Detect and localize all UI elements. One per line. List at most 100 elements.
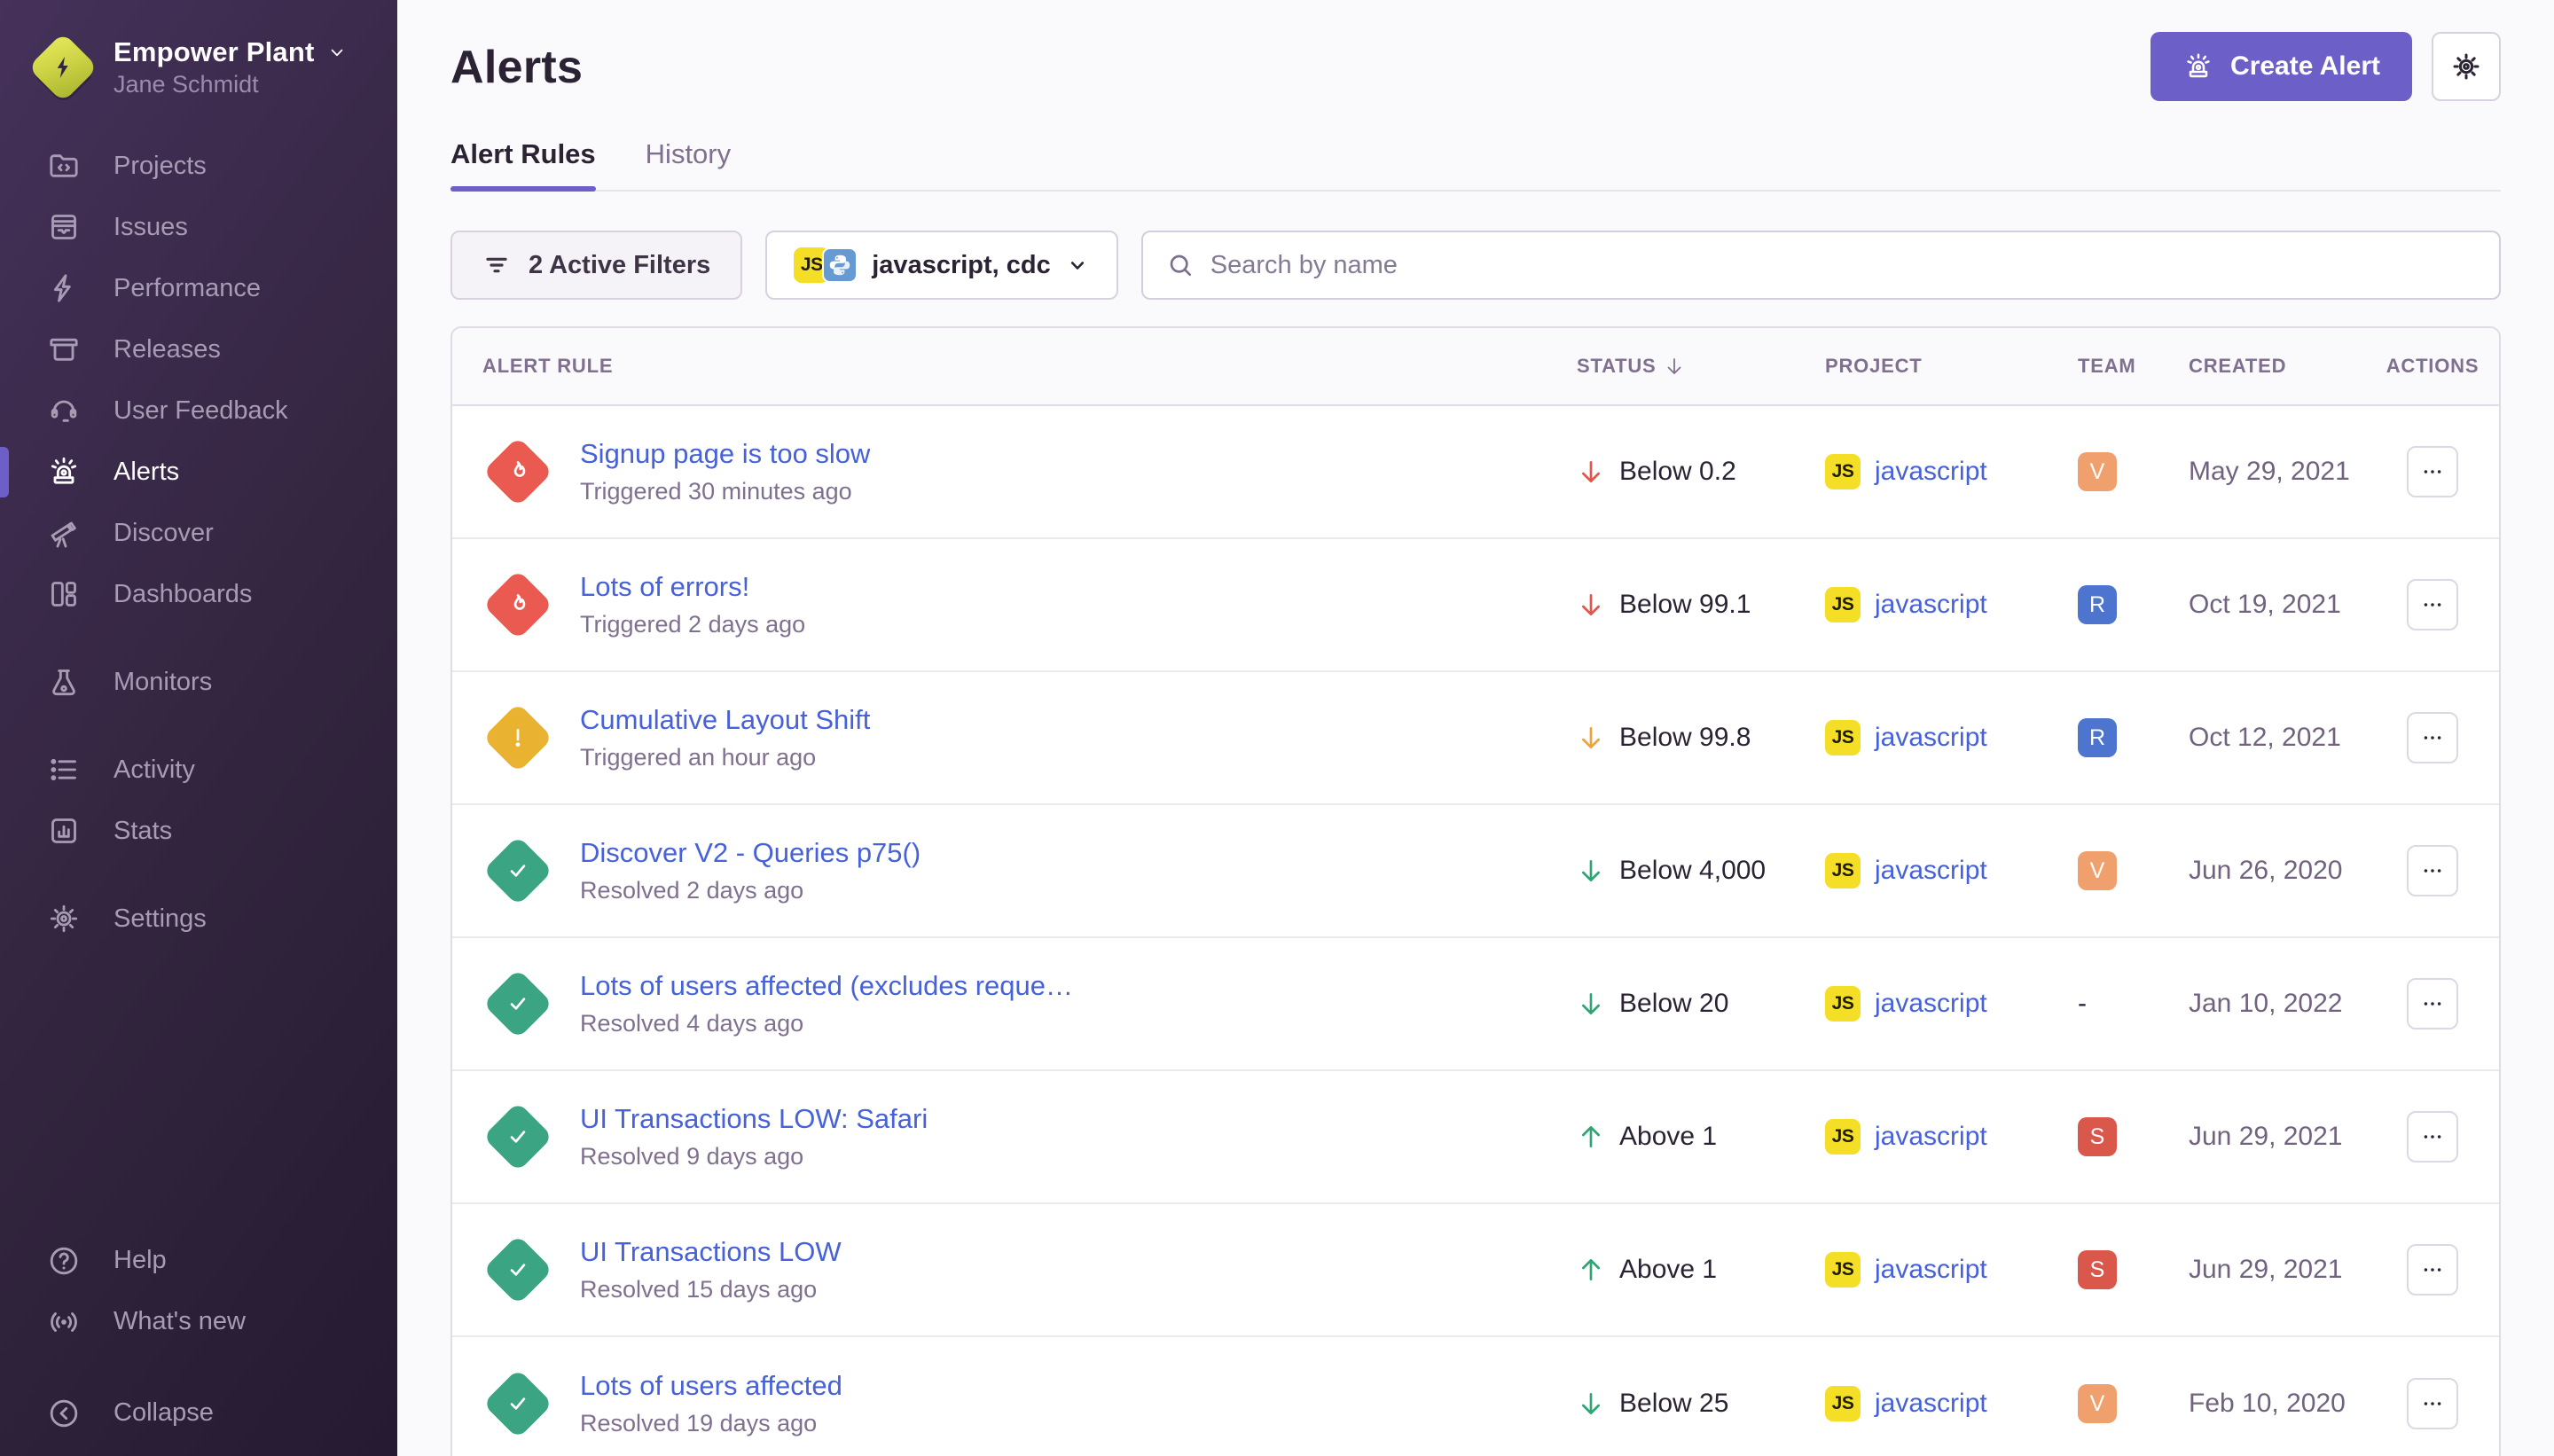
javascript-badge-icon: JS (1825, 720, 1861, 755)
project-link[interactable]: javascript (1875, 723, 1987, 753)
created-date: Jun 26, 2020 (2162, 856, 2366, 886)
row-actions-button[interactable] (2407, 1111, 2458, 1162)
created-date: Jun 29, 2021 (2162, 1122, 2366, 1152)
team-avatar: R (2078, 585, 2117, 624)
sidebar-item-label: Settings (114, 904, 207, 934)
alert-rule-link[interactable]: UI Transactions LOW: Safari (580, 1103, 928, 1135)
arrow-down-icon (1577, 724, 1605, 752)
row-actions-button[interactable] (2407, 712, 2458, 763)
project-link[interactable]: javascript (1875, 590, 1987, 620)
ellipsis-icon (2420, 459, 2445, 484)
create-alert-button[interactable]: Create Alert (2151, 32, 2412, 101)
alert-rule-detail: Triggered 2 days ago (580, 611, 805, 638)
javascript-badge-icon: JS (1825, 1252, 1861, 1288)
page-title: Alerts (450, 41, 583, 94)
critical-alert-icon (482, 436, 552, 506)
sidebar-item-alerts[interactable]: Alerts (0, 442, 397, 503)
table-row: Discover V2 - Queries p75() Resolved 2 d… (452, 805, 2499, 938)
sidebar-item-settings[interactable]: Settings (0, 888, 397, 950)
status-value: Above 1 (1619, 1255, 1717, 1285)
project-link[interactable]: javascript (1875, 989, 1987, 1019)
column-header-created[interactable]: Created (2162, 355, 2366, 378)
sidebar-item-discover[interactable]: Discover (0, 503, 397, 564)
alert-rule-link[interactable]: Lots of errors! (580, 571, 805, 603)
javascript-badge-icon: JS (1825, 986, 1861, 1022)
sidebar-item-label: Monitors (114, 668, 212, 697)
arrow-down-icon (1577, 857, 1605, 885)
alert-rule-link[interactable]: Discover V2 - Queries p75() (580, 837, 921, 869)
search-icon (1166, 251, 1195, 279)
help-icon (46, 1243, 82, 1279)
sidebar-item-releases[interactable]: Releases (0, 319, 397, 380)
row-actions-button[interactable] (2407, 1244, 2458, 1296)
sidebar-item-user-feedback[interactable]: User Feedback (0, 380, 397, 442)
created-date: Feb 10, 2020 (2162, 1389, 2366, 1419)
releases-icon (46, 332, 82, 367)
resolved-alert-icon (482, 835, 552, 905)
column-header-alert-rule[interactable]: Alert Rule (452, 355, 1550, 378)
column-header-status[interactable]: Status (1550, 355, 1798, 378)
alert-rule-link[interactable]: UI Transactions LOW (580, 1236, 842, 1268)
sidebar-collapse-button[interactable]: Collapse (0, 1382, 397, 1444)
sidebar-nav: Projects Issues Performance Releases Use… (0, 136, 397, 950)
column-header-project[interactable]: Project (1798, 355, 2051, 378)
sentry-org-logo-icon (34, 38, 92, 97)
sidebar-item-label: Stats (114, 817, 172, 846)
main-content: Alerts Create Alert Alert Rules History … (397, 0, 2554, 1456)
sidebar-item-label: Issues (114, 213, 188, 242)
sidebar-item-projects[interactable]: Projects (0, 136, 397, 197)
sidebar-item-label: Discover (114, 519, 214, 548)
sidebar-footer: Help What's new Collapse (0, 1230, 397, 1456)
sort-descending-icon (1664, 356, 1685, 377)
alert-rule-link[interactable]: Signup page is too slow (580, 438, 870, 470)
tab-alert-rules[interactable]: Alert Rules (450, 138, 596, 190)
tab-history[interactable]: History (646, 138, 731, 190)
row-actions-button[interactable] (2407, 1378, 2458, 1429)
project-link[interactable]: javascript (1875, 1255, 1987, 1285)
siren-icon (46, 454, 82, 489)
chevron-down-icon (325, 41, 349, 64)
list-icon (46, 752, 82, 787)
ellipsis-icon (2420, 725, 2445, 750)
alert-rule-detail: Resolved 15 days ago (580, 1276, 842, 1303)
row-actions-button[interactable] (2407, 446, 2458, 497)
ellipsis-icon (2420, 1391, 2445, 1416)
status-value: Below 25 (1619, 1389, 1728, 1419)
sidebar-item-issues[interactable]: Issues (0, 197, 397, 258)
resolved-alert-icon (482, 1368, 552, 1438)
row-actions-button[interactable] (2407, 579, 2458, 630)
sidebar-item-activity[interactable]: Activity (0, 740, 397, 801)
sidebar-item-help[interactable]: Help (0, 1230, 397, 1291)
project-link[interactable]: javascript (1875, 1122, 1987, 1152)
sidebar-item-dashboards[interactable]: Dashboards (0, 564, 397, 625)
project-link[interactable]: javascript (1875, 1389, 1987, 1419)
column-header-team[interactable]: Team (2051, 355, 2162, 378)
row-actions-button[interactable] (2407, 845, 2458, 896)
sidebar-item-monitors[interactable]: Monitors (0, 652, 397, 713)
active-filters-button[interactable]: 2 Active Filters (450, 231, 742, 300)
project-link[interactable]: javascript (1875, 856, 1987, 886)
table-row: Signup page is too slow Triggered 30 min… (452, 406, 2499, 539)
alert-rule-link[interactable]: Lots of users affected (580, 1370, 842, 1402)
search-input[interactable] (1210, 251, 2476, 280)
alert-rule-link[interactable]: Cumulative Layout Shift (580, 704, 870, 736)
sidebar-item-label: Help (114, 1246, 167, 1275)
sidebar-item-stats[interactable]: Stats (0, 801, 397, 862)
team-avatar: V (2078, 1384, 2117, 1423)
table-row: UI Transactions LOW Resolved 15 days ago… (452, 1204, 2499, 1337)
arrow-up-icon (1577, 1123, 1605, 1151)
project-link[interactable]: javascript (1875, 457, 1987, 487)
resolved-alert-icon (482, 968, 552, 1038)
alert-rule-link[interactable]: Lots of users affected (excludes reque… (580, 970, 1073, 1002)
row-actions-button[interactable] (2407, 978, 2458, 1029)
alert-rule-detail: Resolved 9 days ago (580, 1143, 928, 1170)
create-alert-label: Create Alert (2230, 51, 2380, 82)
sidebar-item-whats-new[interactable]: What's new (0, 1291, 397, 1352)
project-filter-dropdown[interactable]: JS javascript, cdc (765, 231, 1118, 300)
created-date: Jan 10, 2022 (2162, 989, 2366, 1019)
sidebar-item-performance[interactable]: Performance (0, 258, 397, 319)
sidebar-item-label: Collapse (114, 1398, 214, 1428)
alert-settings-button[interactable] (2432, 32, 2501, 101)
org-switcher[interactable]: Empower Plant Jane Schmidt (0, 0, 397, 100)
performance-icon (46, 270, 82, 306)
